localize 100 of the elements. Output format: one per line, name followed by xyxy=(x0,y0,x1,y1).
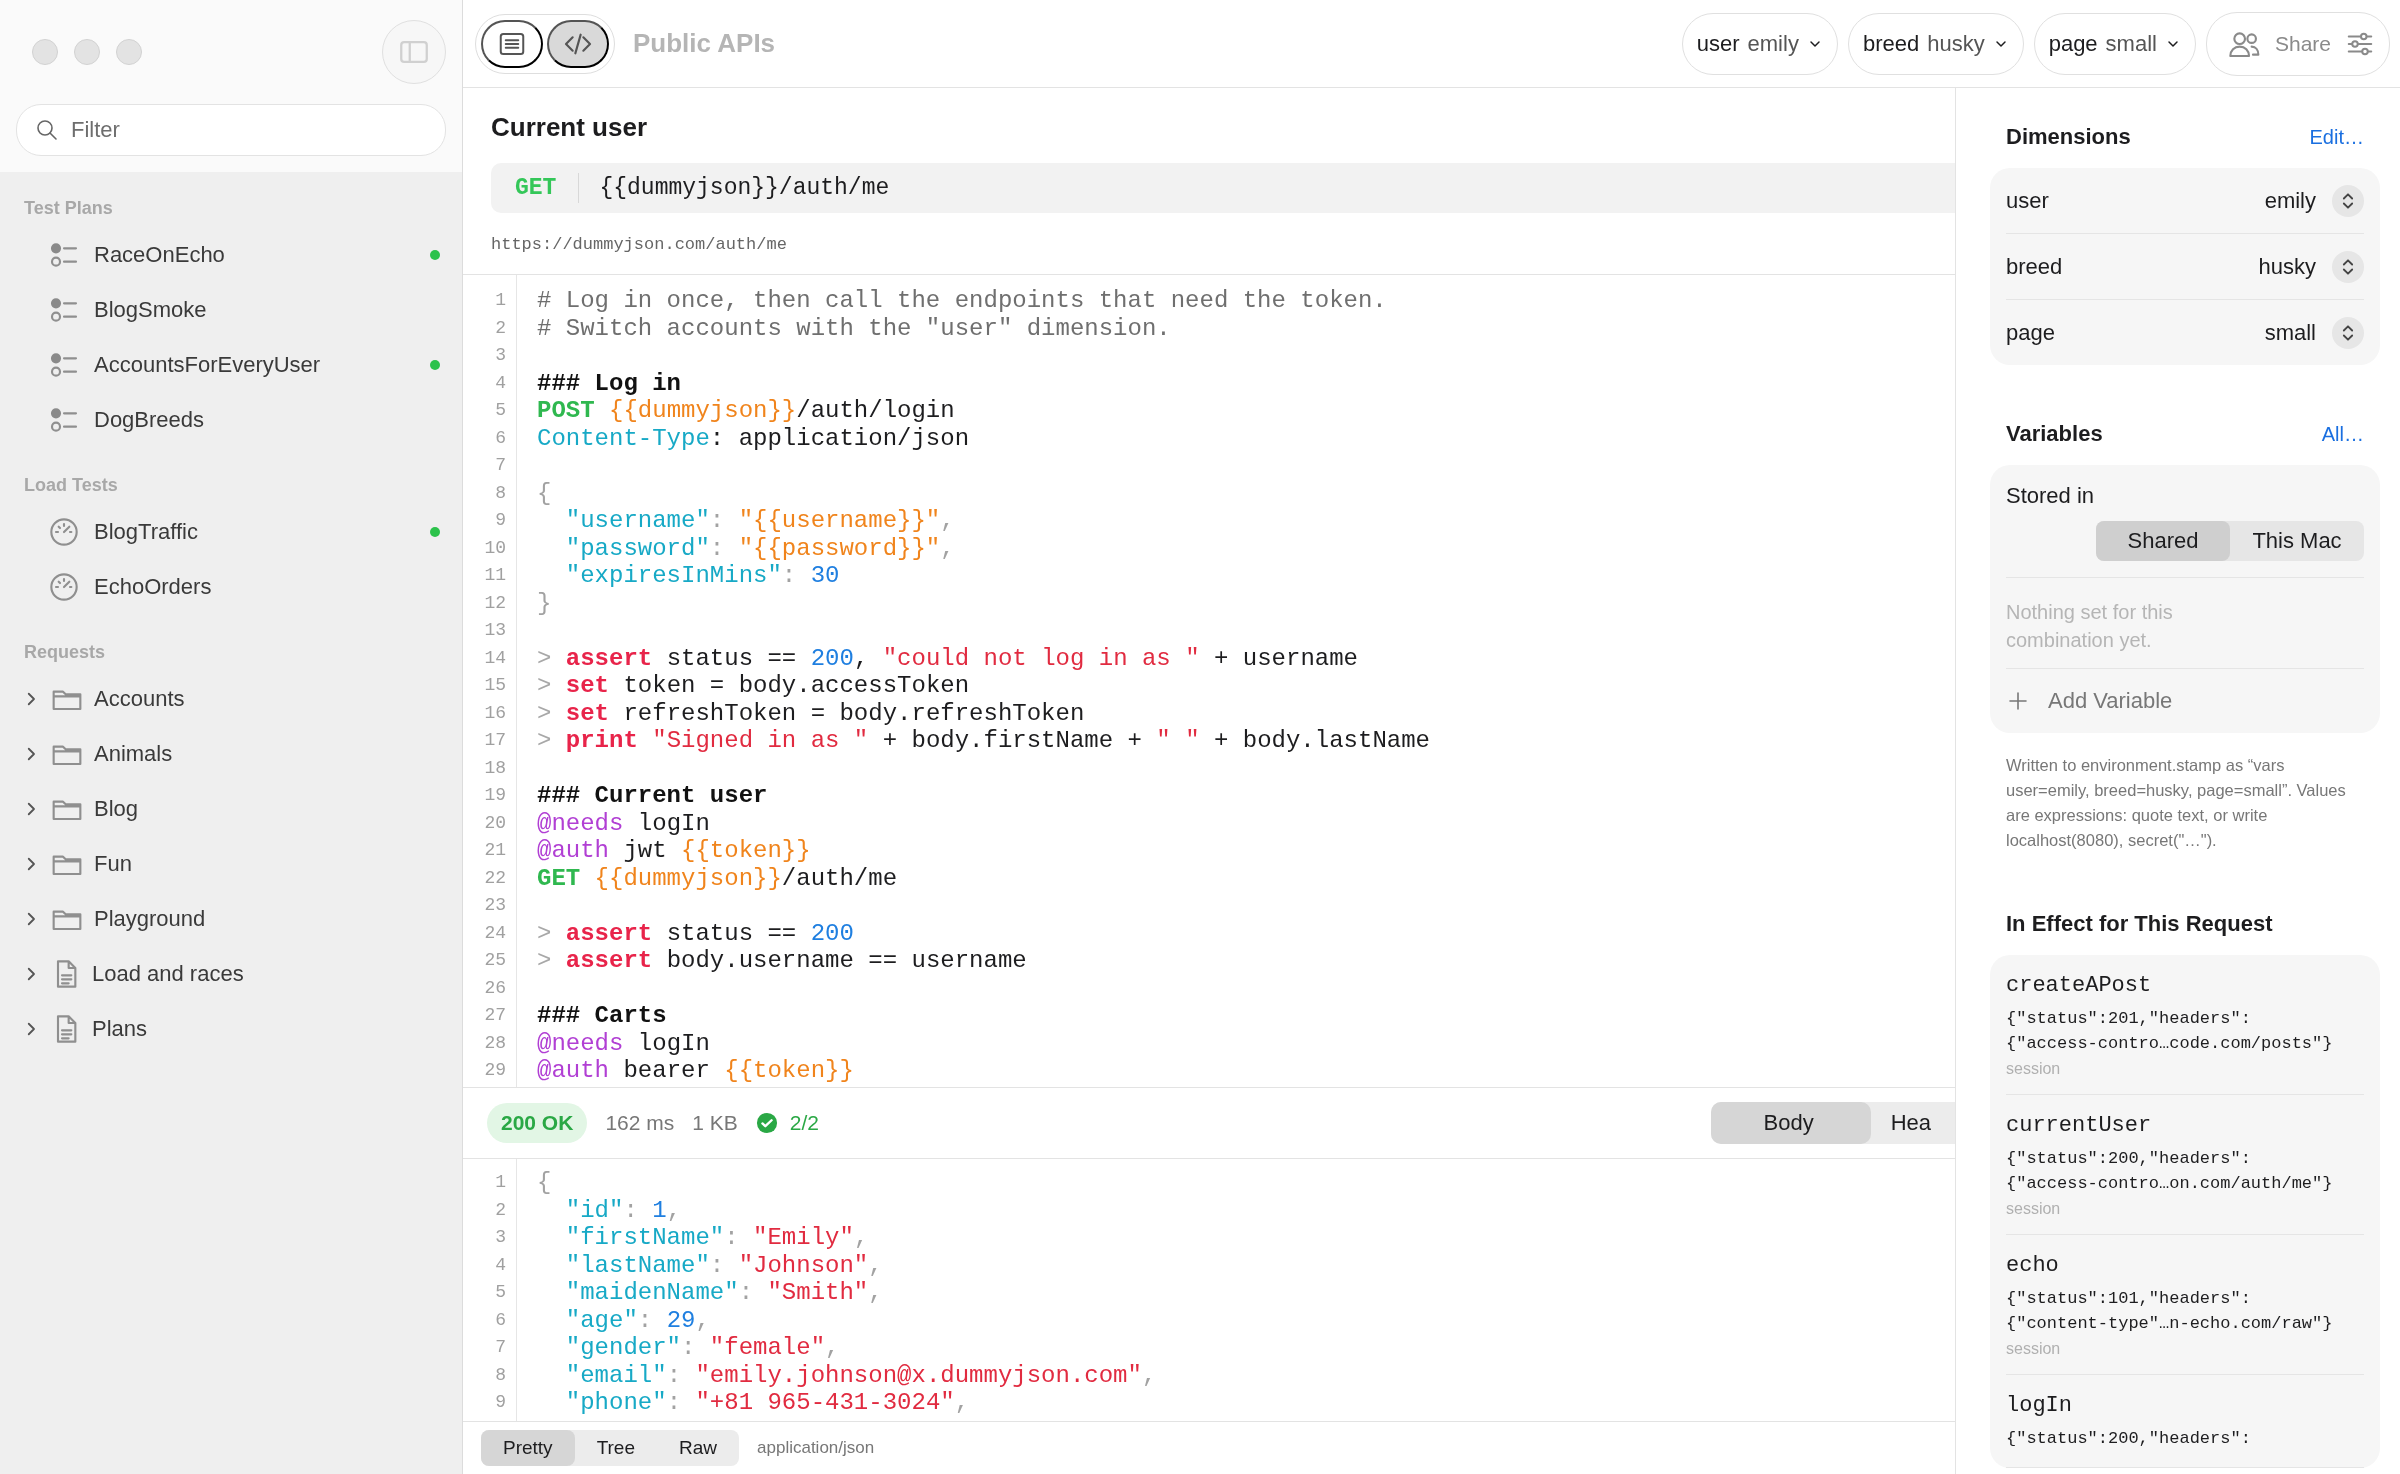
line-number: 29 xyxy=(483,1059,506,1082)
sidebar-item[interactable]: BlogTraffic xyxy=(0,504,462,559)
section-heading: In Effect for This Request xyxy=(2006,911,2273,937)
code-line: > assert status == 200 xyxy=(537,919,855,947)
line-number: 6 xyxy=(494,1308,506,1332)
variable-value: {"status":101,"headers": {"content-type"…n-echo.com/raw"} xyxy=(2006,1288,2334,1335)
sidebar-item[interactable]: EchoOrders xyxy=(0,559,462,614)
dimension-picker[interactable]: page small xyxy=(2033,12,2196,75)
sidebar-item[interactable]: AccountsForEveryUser xyxy=(0,337,462,392)
variable-name: currentUser xyxy=(2006,1113,2153,1138)
dimension-picker[interactable]: user emily xyxy=(1681,12,1838,75)
line-number: 15 xyxy=(483,674,506,697)
sidebar-item[interactable]: BlogSmoke xyxy=(0,282,462,337)
search-icon xyxy=(35,118,59,142)
section-heading: Load Tests xyxy=(23,475,119,496)
line-number: 1 xyxy=(494,289,506,312)
response-tab[interactable]: Hea xyxy=(1870,1102,1955,1144)
code-line: POST {{dummyjson}}/auth/login xyxy=(537,397,956,425)
dimension-value: small xyxy=(2264,319,2316,346)
dimension-name: breed xyxy=(2006,253,2063,280)
variable-name: echo xyxy=(2006,1253,2060,1278)
line-number: 22 xyxy=(483,866,506,890)
stepper-button[interactable] xyxy=(2332,184,2364,217)
line-number: 1 xyxy=(494,1171,506,1194)
format-tab[interactable]: Tree xyxy=(574,1430,657,1466)
code-line: # Switch accounts with the "user" dimension. xyxy=(537,314,1172,342)
line-number: 9 xyxy=(494,509,506,532)
code-line: "gender": "female", xyxy=(564,1334,841,1362)
line-number: 9 xyxy=(494,1391,506,1414)
line-number: 3 xyxy=(494,1226,506,1249)
code-line: "expiresInMins": 30 xyxy=(564,562,841,590)
empty-message: Nothing set for this combination yet. xyxy=(2006,578,2364,669)
line-number: 14 xyxy=(483,646,506,670)
sidebar-item[interactable]: Plans xyxy=(0,1001,462,1056)
code-line: > print "Signed in as " + body.firstName + " " + body.lastName xyxy=(537,727,1430,755)
line-number: 20 xyxy=(483,811,506,835)
sidebar-item[interactable]: DogBreeds xyxy=(0,392,462,447)
code-line: > set refreshToken = body.refreshToken xyxy=(537,699,1086,727)
variable-value: {"status":201,"headers": {"access-contro…code.com/posts"} xyxy=(2006,1008,2334,1055)
sidebar-item[interactable]: Accounts xyxy=(0,671,462,726)
section-heading: Dimensions xyxy=(2006,124,2131,150)
line-number: 7 xyxy=(494,454,506,477)
storage-option[interactable]: This Mac xyxy=(2230,521,2364,561)
view-mode-button[interactable] xyxy=(547,19,609,68)
filter-field[interactable]: Filter xyxy=(69,116,427,144)
gauge-icon xyxy=(48,515,80,548)
code-editor[interactable] xyxy=(463,274,1955,1087)
dimension-name: page xyxy=(2006,319,2055,346)
filter-box[interactable]: Filter xyxy=(16,104,446,156)
edit-link[interactable]: Edit… xyxy=(2309,125,2364,149)
code-line: "phone": "+81 965-431-3024", xyxy=(564,1389,971,1417)
line-number: 6 xyxy=(494,426,506,450)
code-line: # Log in once, then call the endpoints that need the token. xyxy=(537,287,1388,315)
sidebar-item[interactable]: Load and races xyxy=(0,946,462,1001)
line-number: 5 xyxy=(494,1281,506,1304)
plus-icon xyxy=(2006,689,2030,713)
storage-option[interactable]: Shared xyxy=(2096,521,2230,561)
check-circle-icon xyxy=(755,1112,778,1134)
view-mode-button[interactable] xyxy=(481,19,543,68)
code-line: > assert status == 200, "could not log in as " + username xyxy=(537,644,1359,672)
sidebar-item[interactable]: Playground xyxy=(0,891,462,946)
line-number: 4 xyxy=(494,371,506,395)
line-number: 11 xyxy=(483,564,506,587)
stepper-button[interactable] xyxy=(2332,250,2364,283)
line-number: 3 xyxy=(494,344,506,367)
tests-passed: 2/2 xyxy=(789,1111,819,1135)
add-variable-button[interactable]: Add Variable xyxy=(2006,669,2173,733)
section-heading: Variables xyxy=(2006,421,2103,447)
code-line: "password": "{{password}}", xyxy=(564,534,956,562)
dimension-picker[interactable]: breed husky xyxy=(1847,12,2024,75)
sidebar-item[interactable]: RaceOnEcho xyxy=(0,227,462,282)
response-tab[interactable]: Body xyxy=(1710,1102,1871,1144)
sidebar-item[interactable]: Fun xyxy=(0,836,462,891)
line-number: 13 xyxy=(483,619,506,642)
stepper-button[interactable] xyxy=(2332,316,2364,349)
line-number: 2 xyxy=(494,1198,506,1222)
variable-scope: session xyxy=(2006,1060,2062,1078)
code-line: "lastName": "Johnson", xyxy=(564,1251,884,1279)
stored-in-label: Stored in xyxy=(2006,482,2096,510)
sidebar-item[interactable]: Blog xyxy=(0,781,462,836)
line-number: 24 xyxy=(483,921,506,945)
code-line: ### Carts xyxy=(537,1002,668,1030)
variable-scope: session xyxy=(2006,1200,2062,1218)
dimension-value: husky xyxy=(2258,253,2316,280)
request-title: Current user xyxy=(491,112,649,143)
line-number: 23 xyxy=(483,894,506,917)
line-number: 8 xyxy=(494,1363,506,1387)
line-number: 12 xyxy=(483,591,506,615)
all-link[interactable]: All… xyxy=(2321,422,2364,446)
format-tab[interactable]: Raw xyxy=(657,1430,739,1466)
sidebar-item[interactable]: Animals xyxy=(0,726,462,781)
code-line: GET {{dummyjson}}/auth/me xyxy=(537,864,899,892)
format-tab[interactable]: Pretty xyxy=(481,1430,575,1466)
request-url[interactable]: {{dummyjson}}/auth/me xyxy=(579,175,890,201)
code-line: ### Log in xyxy=(537,369,683,397)
code-line: { xyxy=(537,1169,553,1197)
code-line: ### Current user xyxy=(537,782,769,810)
resolved-url: https://dummyjson.com/auth/me xyxy=(491,235,788,254)
code-line: @needs logIn xyxy=(537,809,711,837)
status-badge: 200 OK xyxy=(487,1103,588,1143)
